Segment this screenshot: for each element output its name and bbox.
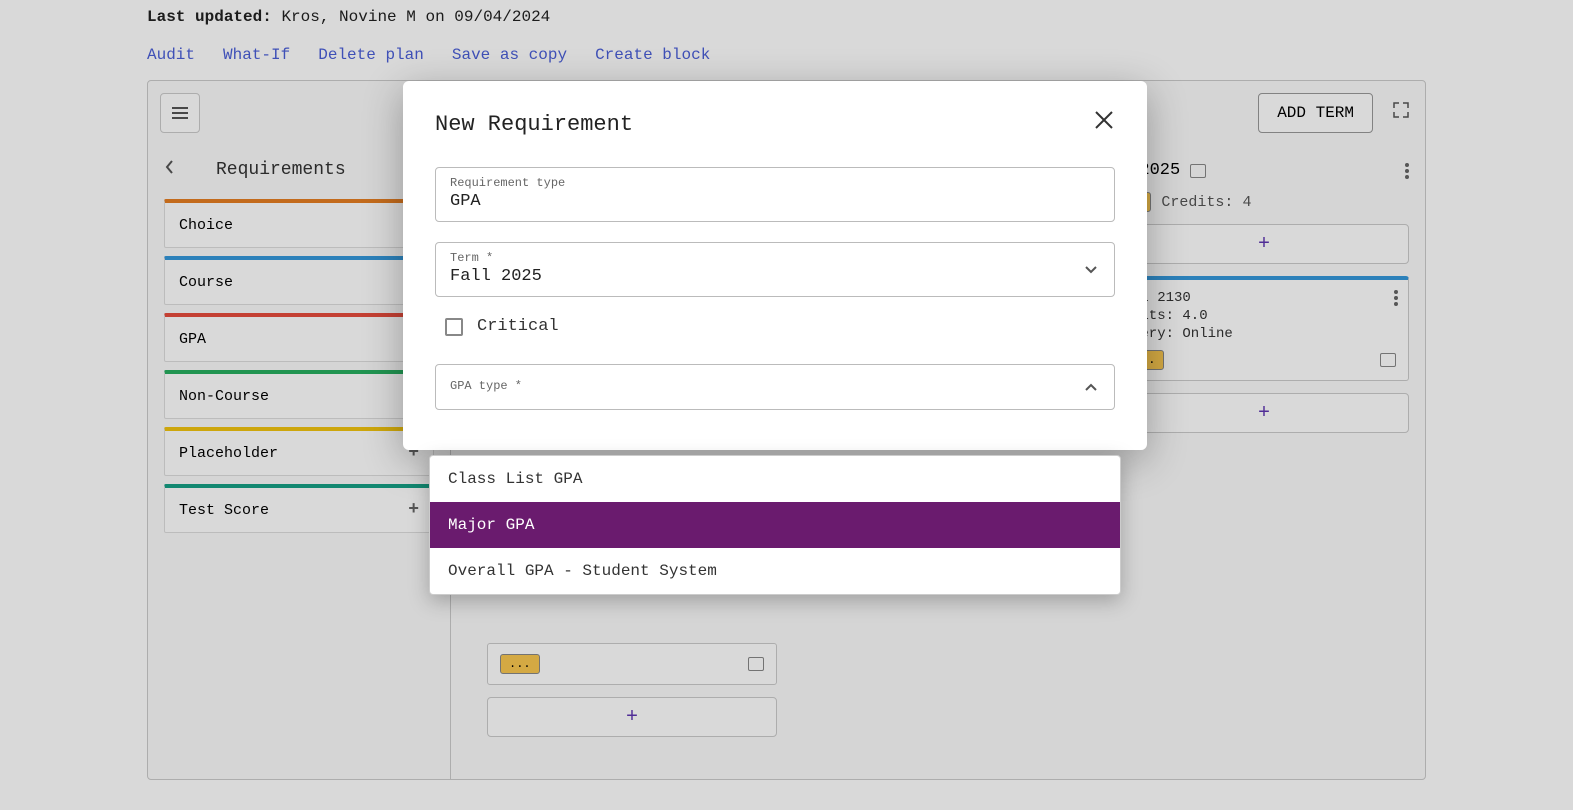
course-delivery: very: Online [1132,326,1396,342]
new-requirement-modal: New Requirement Requirement type GPA Ter… [403,81,1147,450]
last-updated-label: Last updated: Kros, Novine M on 09/04/20… [147,8,1426,26]
term-header: l 2025 [1119,153,1409,188]
requirement-label: Placeholder [179,445,278,462]
hamburger-icon [172,107,188,119]
audit-link[interactable]: Audit [147,46,195,64]
requirement-item-placeholder[interactable]: Placeholder + [164,427,434,476]
field-label: Term * [450,251,1100,265]
expand-icon[interactable] [1393,102,1409,124]
sidebar-toggle-button[interactable] [160,93,200,133]
requirement-item-noncourse[interactable]: Non-Course + [164,370,434,419]
close-icon [1093,109,1115,131]
add-slot-button[interactable]: + [1119,224,1409,264]
last-updated-prefix: Last updated: [147,8,272,26]
term-subheader: .. Credits: 4 [1119,188,1409,224]
requirement-label: Choice [179,217,233,234]
more-menu-icon[interactable] [1405,163,1409,179]
delete-plan-link[interactable]: Delete plan [318,46,424,64]
checkbox-label: Critical [477,317,559,336]
action-links: Audit What-If Delete plan Save as copy C… [147,46,1426,64]
note-icon[interactable] [1190,164,1206,178]
requirement-label: Test Score [179,502,269,519]
save-as-copy-link[interactable]: Save as copy [452,46,567,64]
critical-checkbox-row[interactable]: Critical [435,317,1115,336]
close-button[interactable] [1093,109,1115,139]
term-field[interactable]: Term * Fall 2025 [435,242,1115,297]
bottom-term-section: ... + [487,643,777,749]
course-note-icon[interactable] [1380,353,1396,367]
term-column: l 2025 .. Credits: 4 + OL 2130 dits: [1119,153,1409,445]
credits-label: Credits: 4 [1161,194,1251,211]
requirement-item-course[interactable]: Course + [164,256,434,305]
gpa-type-field[interactable]: GPA type * [435,364,1115,410]
gpa-type-dropdown: Class List GPA Major GPA Overall GPA - S… [429,455,1121,595]
option-major-gpa[interactable]: Major GPA [430,502,1120,548]
bottom-add-slot[interactable]: + [487,697,777,737]
requirement-item-testscore[interactable]: Test Score + [164,484,434,533]
add-icon: + [408,500,419,520]
what-if-link[interactable]: What-If [223,46,290,64]
last-updated-value: Kros, Novine M on 09/04/2024 [281,8,550,26]
field-value: GPA [450,192,481,211]
field-label: Requirement type [450,176,1100,190]
requirement-item-gpa[interactable]: GPA + [164,313,434,362]
checkbox-icon[interactable] [445,318,463,336]
bottom-note-icon[interactable] [748,657,764,671]
course-code: OL 2130 [1132,290,1396,306]
requirement-label: Non-Course [179,388,269,405]
back-arrow-icon[interactable] [164,159,176,181]
modal-title: New Requirement [435,112,633,137]
course-card[interactable]: OL 2130 dits: 4.0 very: Online .. [1119,276,1409,381]
requirement-item-choice[interactable]: Choice + [164,199,434,248]
course-more-icon[interactable] [1394,290,1398,306]
add-term-button[interactable]: ADD TERM [1258,93,1373,133]
course-credits: dits: 4.0 [1132,308,1396,324]
sidebar-title: Requirements [216,160,346,180]
requirement-type-field[interactable]: Requirement type GPA [435,167,1115,222]
add-slot-button-2[interactable]: + [1119,393,1409,433]
requirement-label: GPA [179,331,206,348]
chevron-down-icon [1084,265,1098,275]
option-class-list-gpa[interactable]: Class List GPA [430,456,1120,502]
bottom-badge: ... [500,654,540,674]
requirement-label: Course [179,274,233,291]
option-overall-gpa[interactable]: Overall GPA - Student System [430,548,1120,594]
chevron-up-icon [1084,382,1098,392]
create-block-link[interactable]: Create block [595,46,710,64]
field-label: GPA type * [450,379,1100,393]
bottom-card[interactable]: ... [487,643,777,685]
field-value: Fall 2025 [450,267,542,286]
